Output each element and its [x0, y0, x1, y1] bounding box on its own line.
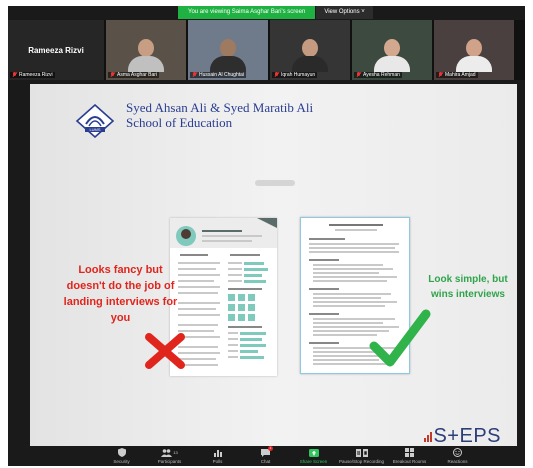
- school-title-line: Syed Ahsan Ali & Syed Maratib Ali: [126, 100, 314, 115]
- shared-screen-slide: LUMS Syed Ahsan Ali & Syed Maratib Ali S…: [30, 84, 517, 450]
- participant-name: Rameeza Rizvi: [19, 72, 53, 78]
- reactions-icon: [453, 448, 462, 457]
- participant-tile[interactable]: Ayesha Rehman: [352, 20, 432, 80]
- participant-tile[interactable]: Hussain Al Chughtai: [188, 20, 268, 80]
- participant-name: Asma Asghar Bari: [117, 72, 158, 78]
- participant-tile[interactable]: Rameeza Rizvi Rameeza Rizvi: [8, 20, 104, 80]
- share-screen-button[interactable]: Share Screen: [292, 446, 336, 466]
- shield-icon: [117, 448, 126, 457]
- participants-icon: [161, 448, 173, 457]
- school-title: Syed Ahsan Ali & Syed Maratib Ali School…: [126, 100, 313, 130]
- breakout-rooms-icon: [405, 448, 414, 457]
- recording-icon: [355, 448, 368, 457]
- participant-label: Iqrah Humayun: [272, 72, 318, 78]
- participant-name: Hussain Al Chughtai: [199, 72, 245, 78]
- security-button[interactable]: Security: [100, 446, 144, 466]
- participant-name: Mahira Amjad: [445, 72, 476, 78]
- participant-video: [210, 39, 246, 72]
- recording-button[interactable]: Pause/Stop Recording: [338, 446, 385, 466]
- participant-label: Hussain Al Chughtai: [190, 72, 247, 78]
- toolbar-label: Chat: [260, 459, 271, 464]
- toolbar-label: Pause/Stop Recording: [338, 459, 385, 464]
- red-x-icon: [145, 333, 185, 369]
- toolbar-label: Participants: [157, 459, 182, 464]
- mic-muted-icon: [438, 72, 443, 78]
- share-status-text: You are viewing Saima Asghar Bari's scre…: [178, 6, 316, 19]
- right-caption: Look simple, but wins interviews: [428, 274, 508, 300]
- share-screen-icon: [308, 448, 319, 457]
- participant-tile[interactable]: Asma Asghar Bari: [106, 20, 186, 80]
- green-check-icon: [369, 309, 431, 367]
- participant-video: [292, 39, 328, 72]
- mic-muted-icon: [110, 72, 115, 78]
- watermark: [255, 180, 295, 186]
- participant-name: Ayesha Rehman: [363, 72, 400, 78]
- zoom-window: You are viewing Saima Asghar Bari's scre…: [8, 6, 525, 466]
- polls-button[interactable]: Polls: [196, 446, 240, 466]
- participant-tile[interactable]: Iqrah Humayun: [270, 20, 350, 80]
- mic-muted-icon: [356, 72, 361, 78]
- participant-video: [374, 39, 410, 72]
- participant-name-large: Rameeza Rizvi: [28, 45, 84, 55]
- chat-button[interactable]: 1 Chat: [244, 446, 288, 466]
- participant-video: [456, 39, 492, 72]
- participant-video: [128, 39, 164, 72]
- breakout-rooms-button[interactable]: Breakout Rooms: [388, 446, 432, 466]
- share-banner: You are viewing Saima Asghar Bari's scre…: [178, 6, 373, 19]
- polls-icon: [213, 449, 222, 457]
- school-title-line: School of Education: [126, 115, 233, 130]
- chat-badge: 1: [268, 446, 273, 451]
- left-caption: Looks fancy but doesn't do the job of la…: [63, 264, 178, 324]
- toolbar-label: Reactions: [447, 459, 468, 464]
- participants-button[interactable]: 13 Participants: [148, 446, 192, 466]
- participant-label: Ayesha Rehman: [354, 72, 402, 78]
- participant-strip: Rameeza Rizvi Rameeza Rizvi Asma Asghar …: [8, 20, 525, 80]
- steps-logo: S+EPS: [424, 425, 501, 448]
- university-logo: LUMS: [75, 104, 115, 138]
- view-options-button[interactable]: View Options ˅: [316, 6, 373, 19]
- participant-tile[interactable]: Mahira Amjad: [434, 20, 514, 80]
- mic-muted-icon: [274, 72, 279, 78]
- toolbar-label: Security: [113, 459, 130, 464]
- participant-name: Iqrah Humayun: [281, 72, 316, 78]
- toolbar-label: Breakout Rooms: [392, 459, 427, 464]
- reactions-button[interactable]: Reactions: [436, 446, 480, 466]
- mic-muted-icon: [192, 72, 197, 78]
- meeting-toolbar: Security 13 Participants Polls 1 Chat Sh…: [8, 446, 525, 466]
- participant-label: Asma Asghar Bari: [108, 72, 160, 78]
- logo-text: LUMS: [89, 127, 100, 132]
- participant-label: Rameeza Rizvi: [10, 72, 55, 78]
- toolbar-label: Share Screen: [299, 459, 328, 464]
- toolbar-label: Polls: [212, 459, 223, 464]
- participant-count: 13: [173, 450, 178, 455]
- participant-label: Mahira Amjad: [436, 72, 478, 78]
- mic-muted-icon: [12, 72, 17, 78]
- steps-logo-text: S+EPS: [433, 425, 501, 447]
